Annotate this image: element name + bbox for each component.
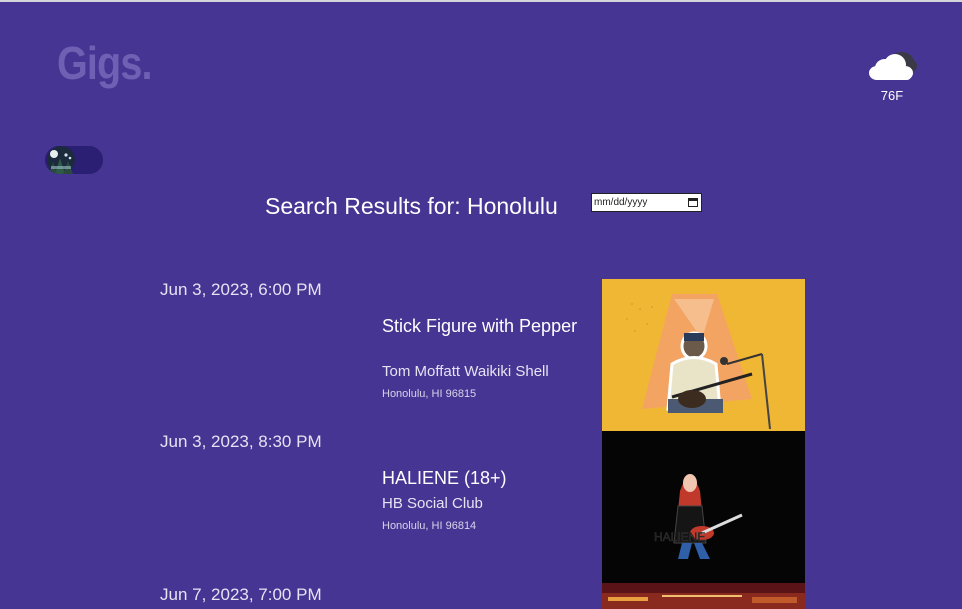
temperature-label: 76F: [880, 88, 904, 103]
theme-toggle[interactable]: [45, 146, 103, 174]
gig-image[interactable]: HALIENE: [602, 431, 805, 583]
gig-venue: HB Social Club: [382, 495, 483, 512]
date-placeholder: mm/dd/yyyy: [594, 197, 648, 208]
gig-title[interactable]: HALIENE (18+): [382, 468, 582, 489]
gig-venue: Tom Moffatt Waikiki Shell: [382, 363, 549, 380]
calendar-icon[interactable]: [688, 197, 698, 207]
gig-address: Honolulu, HI 96814: [382, 520, 477, 532]
gig-datetime: Jun 3, 2023, 8:30 PM: [160, 432, 322, 451]
svg-text:HALIENE: HALIENE: [654, 530, 705, 544]
site-logo[interactable]: Gigs.: [57, 36, 152, 90]
weather-widget: 76F: [862, 48, 922, 103]
date-filter-input[interactable]: mm/dd/yyyy: [591, 193, 702, 212]
gig-datetime: Jun 7, 2023, 7:00 PM: [160, 585, 322, 604]
window-top-border: [0, 0, 962, 2]
gig-address: Honolulu, HI 96815: [382, 388, 477, 400]
search-results-heading: Search Results for: Honolulu: [265, 193, 558, 219]
night-scene-icon: [45, 146, 103, 174]
gig-image[interactable]: [602, 583, 805, 609]
gig-datetime: Jun 3, 2023, 6:00 PM: [160, 280, 322, 299]
gig-image[interactable]: [602, 279, 805, 431]
gig-title[interactable]: Stick Figure with Pepper: [382, 316, 582, 337]
cloud-icon: [862, 48, 922, 82]
